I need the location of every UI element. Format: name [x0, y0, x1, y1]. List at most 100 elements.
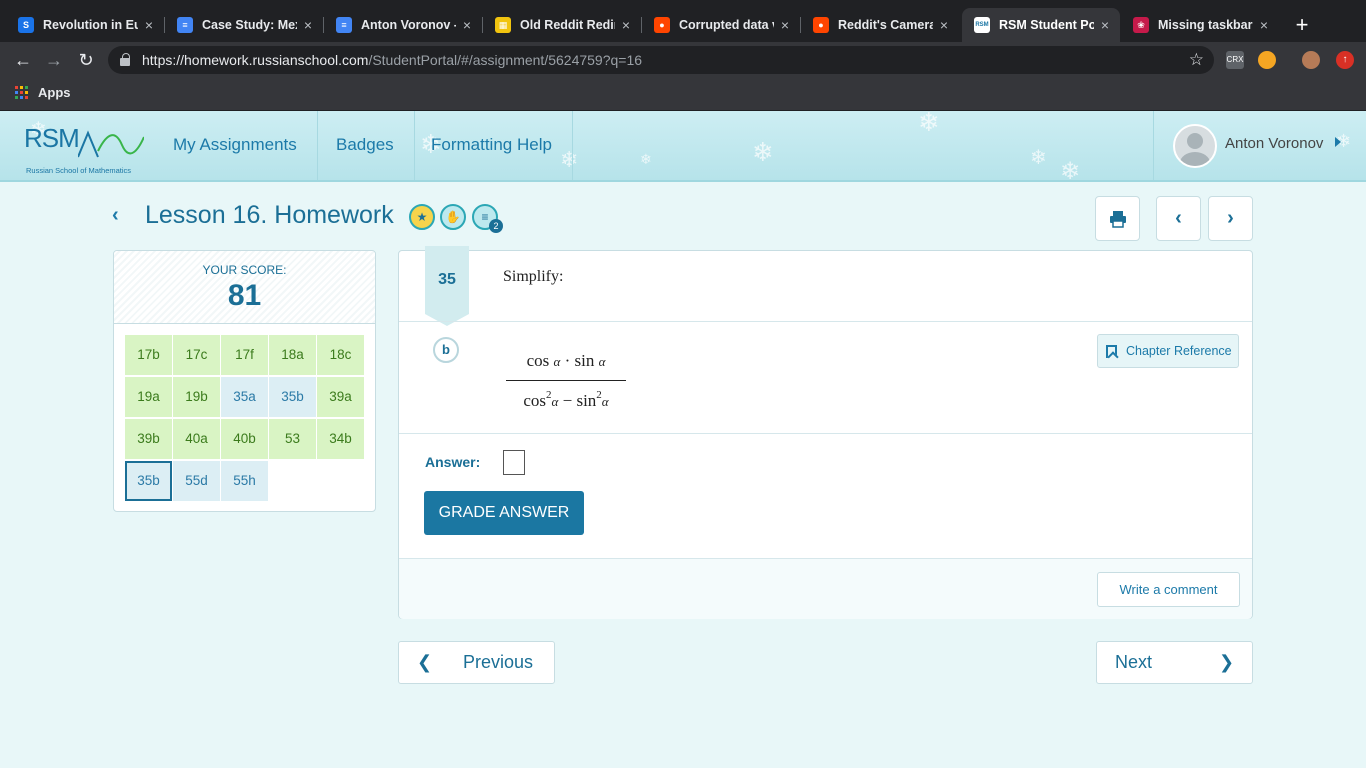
caret-right-icon: [1335, 137, 1341, 147]
problem-cell[interactable]: 35b: [125, 461, 172, 501]
address-bar[interactable]: https://homework.russianschool.com/Stude…: [108, 46, 1214, 74]
medal-icon[interactable]: ★: [409, 204, 435, 230]
badge-count: 2: [489, 219, 503, 233]
tab-close-icon[interactable]: ×: [619, 17, 633, 33]
score-label: YOUR SCORE:: [202, 263, 287, 277]
lock-icon: [120, 53, 130, 66]
browser-tab[interactable]: ≡ Anton Voronov - ×: [324, 8, 482, 42]
math-fraction: cos α · sin α cos2α − sin2α: [506, 351, 626, 411]
tab-title: Reddit's Camera: [838, 18, 933, 32]
new-tab-button[interactable]: +: [1290, 12, 1314, 38]
snowflake-icon: ❄: [752, 137, 774, 167]
rsm-logo[interactable]: RSM Russian School of Mathematics: [24, 123, 149, 175]
problem-cell[interactable]: 40b: [221, 419, 268, 459]
tab-close-icon[interactable]: ×: [937, 17, 951, 33]
browser-tab[interactable]: S Revolution in Eur ×: [6, 8, 164, 42]
reload-icon[interactable]: ↻: [75, 49, 97, 71]
tab-title: Old Reddit Redir: [520, 18, 615, 32]
tab-close-icon[interactable]: ×: [1257, 17, 1271, 33]
problem-cell[interactable]: 39b: [125, 419, 172, 459]
part-label: b: [433, 337, 459, 363]
owl-extension-icon[interactable]: [1258, 51, 1276, 69]
answer-input[interactable]: [503, 450, 525, 475]
problem-cell[interactable]: 35b: [269, 377, 316, 417]
tab-favicon-icon: RSM: [974, 17, 990, 33]
chapter-reference-button[interactable]: Chapter Reference: [1097, 334, 1239, 368]
problem-cell[interactable]: 17f: [221, 335, 268, 375]
back-arrow-icon[interactable]: ←: [12, 49, 34, 71]
tab-title: Revolution in Eur: [43, 18, 138, 32]
problem-cell[interactable]: 18a: [269, 335, 316, 375]
nav-formatting-help[interactable]: Formatting Help: [411, 111, 573, 180]
question-panel: 35 Simplify: b cos α · sin α cos2α − sin…: [398, 246, 1253, 619]
browser-tab[interactable]: ≡ Case Study: Mex ×: [165, 8, 323, 42]
browser-tab[interactable]: ● Reddit's Camera ×: [801, 8, 959, 42]
browser-tab[interactable]: ❀ Missing taskbar ×: [1121, 8, 1279, 42]
back-chevron-icon[interactable]: ‹: [112, 204, 119, 227]
problem-cell[interactable]: 19a: [125, 377, 172, 417]
tab-title: RSM Student Po: [999, 18, 1094, 32]
tab-favicon-icon: ≡: [336, 17, 352, 33]
snowflake-icon: ❄: [1030, 147, 1047, 169]
crx-extension-icon[interactable]: CRX: [1226, 51, 1244, 69]
problem-cell[interactable]: 55h: [221, 461, 268, 501]
browser-tab[interactable]: ▦ Old Reddit Redir ×: [483, 8, 641, 42]
chevron-right-icon: ❯: [1219, 652, 1235, 672]
previous-button[interactable]: ❮ Previous: [398, 641, 555, 684]
print-button[interactable]: [1095, 196, 1140, 241]
snowflake-icon: ❄: [918, 111, 940, 137]
logo-wave-icon: [78, 130, 144, 158]
tab-favicon-icon: ●: [813, 17, 829, 33]
score-value: 81: [227, 279, 262, 312]
write-comment-button[interactable]: Write a comment: [1097, 572, 1240, 607]
tab-close-icon[interactable]: ×: [778, 17, 792, 33]
problem-cell[interactable]: 53: [269, 419, 316, 459]
browser-toolbar: ← → ↻ https://homework.russianschool.com…: [0, 42, 1366, 78]
prev-problem-button[interactable]: ‹: [1156, 196, 1201, 241]
snowflake-icon: ❄: [640, 151, 652, 167]
question-prompt: Simplify:: [503, 268, 564, 285]
next-button[interactable]: Next ❯: [1096, 641, 1253, 684]
fraction-numerator: cos α · sin α: [526, 351, 606, 370]
tab-favicon-icon: ▦: [495, 17, 511, 33]
tab-title: Corrupted data v: [679, 18, 774, 32]
score-panel: YOUR SCORE: 81 17b 17c 17f 18a 18c 19a 19b 35a 3…: [113, 250, 376, 512]
tab-close-icon[interactable]: ×: [460, 17, 474, 33]
problem-cell[interactable]: 19b: [173, 377, 220, 417]
next-problem-button[interactable]: ›: [1208, 196, 1253, 241]
tab-title: Anton Voronov -: [361, 18, 456, 32]
hand-icon[interactable]: ✋: [440, 204, 466, 230]
profile-avatar-icon[interactable]: [1302, 51, 1320, 69]
browser-tab[interactable]: ● Corrupted data v ×: [642, 8, 800, 42]
tab-close-icon[interactable]: ×: [142, 17, 156, 33]
user-name: Anton Voronov: [1225, 135, 1324, 152]
snowflake-icon: ❄: [1060, 158, 1081, 182]
problem-cell[interactable]: 40a: [173, 419, 220, 459]
user-menu[interactable]: Anton Voronov: [1153, 111, 1366, 180]
problem-cell[interactable]: 18c: [317, 335, 364, 375]
tab-close-icon[interactable]: ×: [1098, 17, 1112, 33]
lesson-title: Lesson 16. Homework: [145, 201, 394, 229]
browser-tab[interactable]: RSM RSM Student Po ×: [962, 8, 1120, 42]
problem-cell[interactable]: 17c: [173, 335, 220, 375]
nav-badges[interactable]: Badges: [316, 111, 415, 180]
question-number-ribbon: 35: [425, 246, 469, 326]
chevron-right-icon: ›: [1227, 207, 1234, 229]
forward-arrow-icon[interactable]: →: [43, 49, 65, 71]
apps-bookmark[interactable]: Apps: [38, 85, 71, 100]
problem-cell[interactable]: 17b: [125, 335, 172, 375]
apps-grid-icon[interactable]: [15, 86, 28, 99]
chevron-left-icon: ❮: [417, 652, 433, 672]
problem-cell[interactable]: 39a: [317, 377, 364, 417]
nav-my-assignments[interactable]: My Assignments: [153, 111, 318, 180]
problem-cell[interactable]: 35a: [221, 377, 268, 417]
grade-answer-button[interactable]: GRADE ANSWER: [424, 491, 584, 535]
update-arrow-icon[interactable]: ↑: [1336, 51, 1354, 69]
bookmark-icon: [1106, 345, 1117, 358]
bookmark-star-icon[interactable]: ☆: [1189, 50, 1204, 70]
problem-cell[interactable]: 34b: [317, 419, 364, 459]
problem-cell[interactable]: 55d: [173, 461, 220, 501]
url-text: https://homework.russianschool.com/Stude…: [142, 52, 643, 68]
tab-close-icon[interactable]: ×: [301, 17, 315, 33]
chevron-left-icon: ‹: [1175, 207, 1182, 229]
